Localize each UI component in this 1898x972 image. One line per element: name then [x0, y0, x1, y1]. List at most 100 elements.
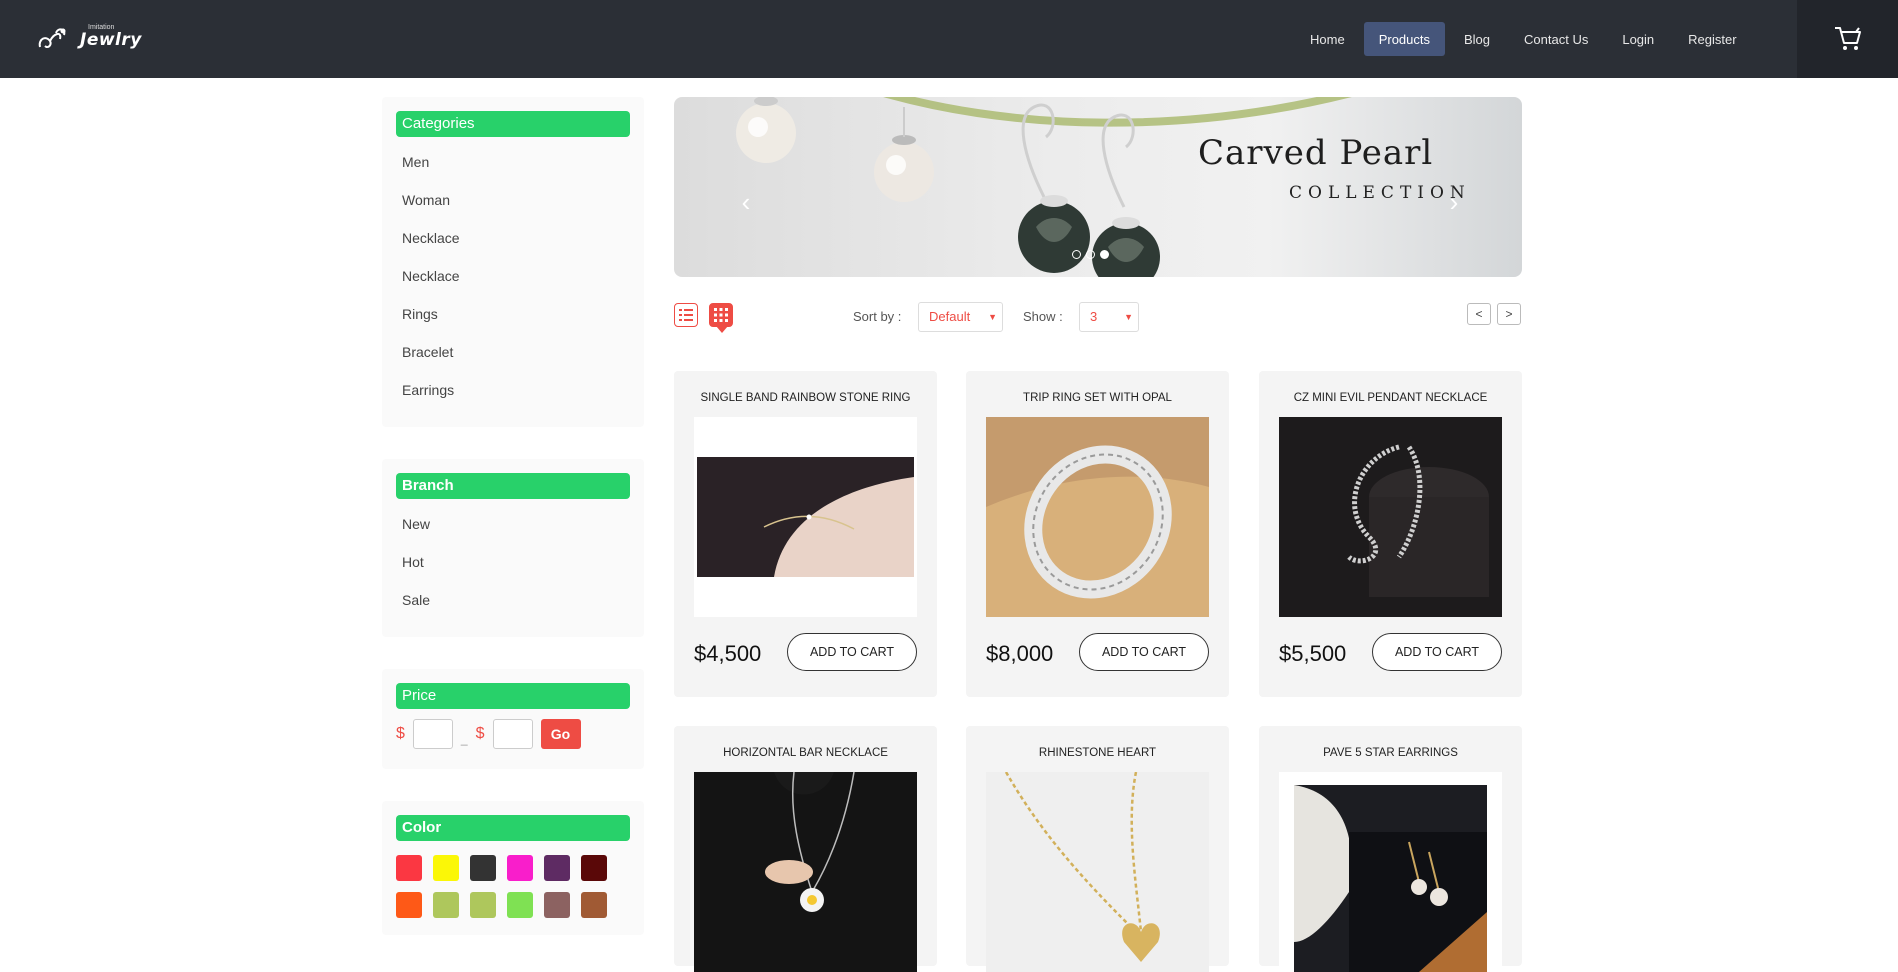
chevron-left-icon[interactable]: ‹	[736, 189, 756, 215]
show-value: 3	[1090, 309, 1098, 324]
category-necklace-2[interactable]: Necklace	[382, 257, 644, 295]
nav-home[interactable]: Home	[1295, 22, 1360, 56]
category-earrings[interactable]: Earrings	[382, 371, 644, 409]
category-men[interactable]: Men	[382, 143, 644, 181]
product-image[interactable]	[694, 772, 917, 972]
logo-name: Jewlry	[80, 30, 142, 50]
caret-down-icon: ▼	[988, 312, 997, 322]
site-header: Imitation Jewlry Home Products Blog Cont…	[0, 0, 1898, 78]
color-swatch[interactable]	[470, 855, 496, 881]
color-swatch[interactable]	[544, 892, 570, 918]
chevron-right-icon[interactable]: ›	[1444, 189, 1464, 215]
sort-select[interactable]: Default ▼	[918, 302, 1003, 332]
product-name[interactable]: RHINESTONE HEART	[966, 747, 1229, 759]
color-swatch[interactable]	[507, 892, 533, 918]
bracelet-photo	[694, 417, 917, 617]
currency-symbol: $	[396, 725, 405, 742]
color-swatch[interactable]	[433, 892, 459, 918]
category-necklace[interactable]: Necklace	[382, 219, 644, 257]
add-to-cart-button[interactable]: ADD TO CART	[1079, 633, 1209, 671]
categories-panel: Categories Men Woman Necklace Necklace R…	[382, 97, 644, 427]
logo-flourish-icon	[38, 28, 66, 49]
carousel-dot-active[interactable]	[1100, 250, 1109, 259]
product-name[interactable]: CZ MINI EVIL PENDANT NECKLACE	[1259, 392, 1522, 404]
branch-sale[interactable]: Sale	[382, 581, 644, 619]
color-title: Color	[396, 815, 630, 841]
product-image[interactable]	[1279, 417, 1502, 617]
carousel-dot[interactable]	[1086, 250, 1095, 259]
nav-blog[interactable]: Blog	[1449, 22, 1505, 56]
product-card[interactable]: SINGLE BAND RAINBOW STONE RING $4,500 AD…	[674, 371, 937, 697]
add-to-cart-button[interactable]: ADD TO CART	[1372, 633, 1502, 671]
price-max-input[interactable]	[492, 719, 533, 749]
color-swatch[interactable]	[396, 892, 422, 918]
price-title: Price	[396, 683, 630, 709]
product-name[interactable]: SINGLE BAND RAINBOW STONE RING	[674, 392, 937, 404]
grid-view-pointer	[716, 326, 728, 333]
product-price: $5,500	[1279, 641, 1347, 666]
nav-register[interactable]: Register	[1673, 22, 1751, 56]
hero-banner: Carved Pearl COLLECTION ‹ ›	[674, 97, 1522, 277]
nav-contact-us[interactable]: Contact Us	[1509, 22, 1603, 56]
nav-login[interactable]: Login	[1607, 22, 1669, 56]
category-woman[interactable]: Woman	[382, 181, 644, 219]
color-swatch[interactable]	[433, 855, 459, 881]
sort-value: Default	[929, 309, 971, 324]
nav-products[interactable]: Products	[1363, 22, 1445, 56]
price-go-button[interactable]: Go	[540, 719, 581, 749]
branch-title: Branch	[396, 473, 630, 499]
color-swatch[interactable]	[581, 892, 607, 918]
color-swatch[interactable]	[544, 855, 570, 881]
category-bracelet[interactable]: Bracelet	[382, 333, 644, 371]
price-filter-row: $ _ $ Go	[382, 715, 644, 749]
show-select[interactable]: 3 ▼	[1079, 302, 1139, 332]
categories-title: Categories	[396, 111, 630, 137]
cart-button[interactable]	[1797, 0, 1898, 78]
currency-symbol: $	[475, 725, 485, 742]
branch-new[interactable]: New	[382, 505, 644, 543]
list-icon	[679, 309, 693, 321]
product-image[interactable]	[986, 417, 1209, 617]
logo-tagline: Imitation	[88, 24, 115, 31]
price-min-input[interactable]	[412, 719, 453, 749]
list-view-button[interactable]	[674, 303, 698, 327]
color-panel: Color	[382, 801, 644, 935]
prev-page-button[interactable]: <	[1467, 303, 1491, 325]
product-card[interactable]: PAVE 5 STAR EARRINGS	[1259, 726, 1522, 972]
color-swatch[interactable]	[396, 855, 422, 881]
logo-text: Imitation Jewlry	[80, 24, 142, 50]
carousel-dot[interactable]	[1072, 250, 1081, 259]
sort-label: Sort by :	[853, 309, 902, 324]
product-card[interactable]: HORIZONTAL BAR NECKLACE	[674, 726, 937, 972]
product-image[interactable]	[986, 772, 1209, 972]
grid-icon	[714, 308, 728, 322]
daisy-necklace-photo	[694, 772, 917, 972]
chain-necklace-photo	[1279, 417, 1502, 617]
product-card[interactable]: TRIP RING SET WITH OPAL $8,000 ADD TO CA…	[966, 371, 1229, 697]
product-image[interactable]	[1279, 772, 1502, 972]
gold-heart-necklace-photo	[986, 772, 1209, 972]
shopping-cart-icon	[1834, 27, 1861, 50]
color-swatch[interactable]	[581, 855, 607, 881]
carousel-indicators	[1072, 250, 1109, 259]
category-rings[interactable]: Rings	[382, 295, 644, 333]
add-to-cart-button[interactable]: ADD TO CART	[787, 633, 917, 671]
color-swatch[interactable]	[507, 855, 533, 881]
product-image[interactable]	[694, 417, 917, 617]
product-name[interactable]: TRIP RING SET WITH OPAL	[966, 392, 1229, 404]
price-separator: _	[460, 732, 468, 746]
product-price: $8,000	[986, 641, 1054, 666]
main-nav: Home Products Blog Contact Us Login Regi…	[1295, 22, 1756, 56]
next-page-button[interactable]: >	[1497, 303, 1521, 325]
color-swatches	[382, 847, 644, 918]
product-card[interactable]: CZ MINI EVIL PENDANT NECKLACE $5,500 ADD…	[1259, 371, 1522, 697]
product-name[interactable]: HORIZONTAL BAR NECKLACE	[674, 747, 937, 759]
branch-hot[interactable]: Hot	[382, 543, 644, 581]
product-card[interactable]: RHINESTONE HEART	[966, 726, 1229, 972]
grid-view-button[interactable]	[709, 303, 733, 327]
product-name[interactable]: PAVE 5 STAR EARRINGS	[1259, 747, 1522, 759]
caret-down-icon: ▼	[1124, 312, 1133, 322]
site-logo[interactable]: Imitation Jewlry	[36, 22, 142, 58]
bangle-photo	[986, 417, 1209, 617]
color-swatch[interactable]	[470, 892, 496, 918]
